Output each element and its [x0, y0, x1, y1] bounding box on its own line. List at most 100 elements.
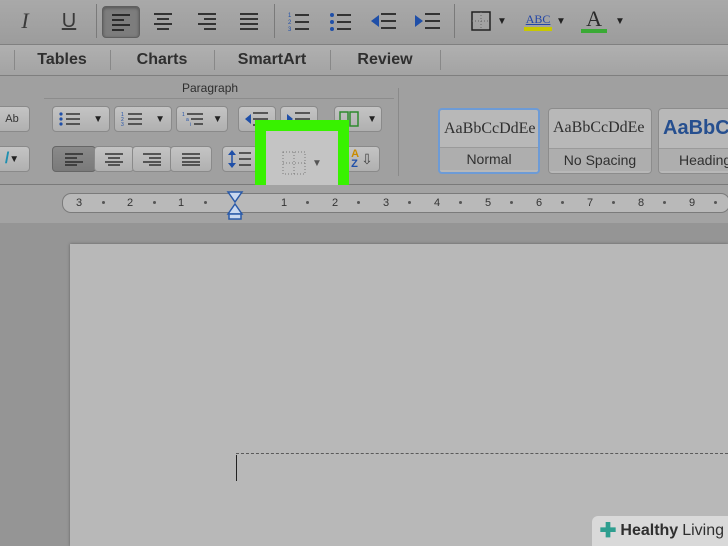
style-preview: AaBbCcDdEe	[444, 120, 536, 137]
style-no-spacing[interactable]: AaBbCcDdEe No Spacing	[548, 108, 652, 174]
align-left-button[interactable]	[102, 6, 140, 38]
chevron-down-icon: ▼	[155, 113, 165, 125]
chevron-down-icon: ▼	[312, 157, 322, 169]
ribbon-align-left-button[interactable]	[52, 146, 96, 172]
chevron-down-icon: ▼	[615, 15, 625, 27]
ruler-label: 6	[536, 197, 543, 209]
tab-review[interactable]: Review	[330, 45, 440, 75]
ruler-label: 3	[383, 197, 390, 209]
align-left-icon	[65, 153, 83, 166]
line-spacing-button[interactable]	[222, 146, 258, 172]
formatting-toolbar: I U 123 ▼ ABC ▼ A ▼	[0, 0, 728, 45]
svg-text:1: 1	[288, 13, 292, 19]
chevron-down-icon: ▼	[367, 113, 377, 125]
decrease-indent-button[interactable]	[368, 6, 400, 36]
font-color-bar	[581, 29, 608, 33]
numbering-dropdown[interactable]: 123 ▼	[114, 106, 172, 132]
svg-text:i: i	[190, 122, 191, 127]
plus-icon: ✚	[599, 520, 617, 542]
bullet-list-button[interactable]	[326, 6, 356, 36]
ruler-tick	[306, 201, 309, 204]
clear-formatting-button[interactable]: Ab	[0, 106, 30, 132]
ruler-tick	[663, 201, 666, 204]
ribbon-divider	[398, 88, 399, 176]
sort-z-label: Z	[351, 158, 358, 170]
ruler-label: 2	[127, 197, 134, 209]
numbered-list-button[interactable]: 123	[284, 6, 314, 36]
multilevel-list-icon: 1ai	[182, 112, 203, 127]
tab-tables[interactable]: Tables	[14, 45, 110, 75]
style-name: No Spacing	[549, 148, 651, 171]
bullet-list-icon	[330, 13, 351, 31]
borders-icon	[471, 11, 491, 31]
chevron-down-icon: ▼	[212, 113, 223, 125]
borders-icon	[282, 151, 306, 175]
toolbar-divider	[454, 4, 455, 38]
font-color-button[interactable]: A ▼	[578, 6, 628, 36]
style-name: Heading	[659, 148, 728, 171]
font-color-letter: A	[586, 6, 602, 31]
ribbon-borders-button[interactable]: ▼	[276, 141, 328, 185]
ribbon-align-right-button[interactable]	[132, 146, 172, 172]
chevron-down-icon: ▼	[93, 113, 103, 125]
text-cursor	[236, 455, 237, 481]
highlight-button[interactable]: ABC ▼	[520, 6, 570, 36]
ruler-label: 7	[587, 197, 594, 209]
underline-button[interactable]: U	[54, 6, 84, 36]
justify-icon	[182, 153, 200, 166]
ruler-tick	[408, 201, 411, 204]
toolbar-divider	[274, 4, 275, 38]
ruler-label: 8	[638, 197, 645, 209]
ruler-label: 1	[178, 197, 185, 209]
ruler-tick	[714, 201, 717, 204]
ribbon-tab-bar: Tables Charts SmartArt Review	[0, 45, 728, 76]
clear-formatting-icon: Ab	[5, 113, 19, 125]
ruler-tick	[510, 201, 513, 204]
ruler-label: 3	[76, 197, 83, 209]
italic-button[interactable]: I	[10, 6, 40, 36]
watermark-text: Living	[682, 522, 724, 539]
sort-button[interactable]: A Z ⇩	[344, 146, 380, 172]
table-border-line	[236, 453, 728, 455]
watermark-text-bold: Healthy	[620, 522, 679, 539]
ruler-label: 9	[689, 197, 696, 209]
align-right-icon	[143, 153, 161, 166]
chevron-down-icon: ▼	[497, 15, 507, 27]
horizontal-ruler[interactable]: 3 2 1 1 2 3 4 5 6 7 8 9	[62, 193, 728, 213]
align-right-button[interactable]	[190, 6, 224, 36]
style-name: Normal	[440, 147, 538, 170]
increase-indent-button[interactable]	[412, 6, 444, 36]
svg-text:3: 3	[288, 27, 292, 31]
highlight-label: ABC	[525, 11, 551, 26]
justify-button[interactable]	[232, 6, 266, 36]
ruler-label: 1	[281, 197, 288, 209]
justify-icon	[240, 13, 258, 30]
indent-marker-handle[interactable]	[226, 190, 244, 220]
svg-text:2: 2	[288, 20, 292, 26]
line-spacing-icon	[228, 150, 251, 168]
tab-charts[interactable]: Charts	[110, 45, 214, 75]
bullets-dropdown[interactable]: ▼	[52, 106, 110, 132]
text-effects-button[interactable]: / ▼	[0, 146, 30, 172]
ruler-tick	[561, 201, 564, 204]
highlight-color-bar	[524, 26, 553, 31]
ribbon-justify-button[interactable]	[170, 146, 212, 172]
bullet-list-icon	[59, 112, 81, 126]
ribbon-align-center-button[interactable]	[94, 146, 134, 172]
toolbar-divider	[96, 4, 97, 38]
chevron-down-icon: ▼	[9, 153, 20, 165]
ruler-tick	[102, 201, 105, 204]
group-divider	[44, 98, 394, 99]
chevron-down-icon: ▼	[556, 15, 566, 27]
tab-smartart[interactable]: SmartArt	[214, 45, 330, 75]
style-normal[interactable]: AaBbCcDdEe Normal	[438, 108, 540, 174]
align-center-button[interactable]	[146, 6, 180, 36]
borders-button[interactable]: ▼	[464, 6, 514, 36]
align-left-icon	[112, 14, 130, 31]
document-page[interactable]	[70, 244, 728, 546]
multilevel-list-dropdown[interactable]: 1ai ▼	[176, 106, 228, 132]
ruler-label: 4	[434, 197, 441, 209]
style-heading[interactable]: AaBbCc Heading	[658, 108, 728, 174]
font-color-icon: A	[581, 6, 608, 33]
increase-indent-icon	[415, 13, 440, 29]
